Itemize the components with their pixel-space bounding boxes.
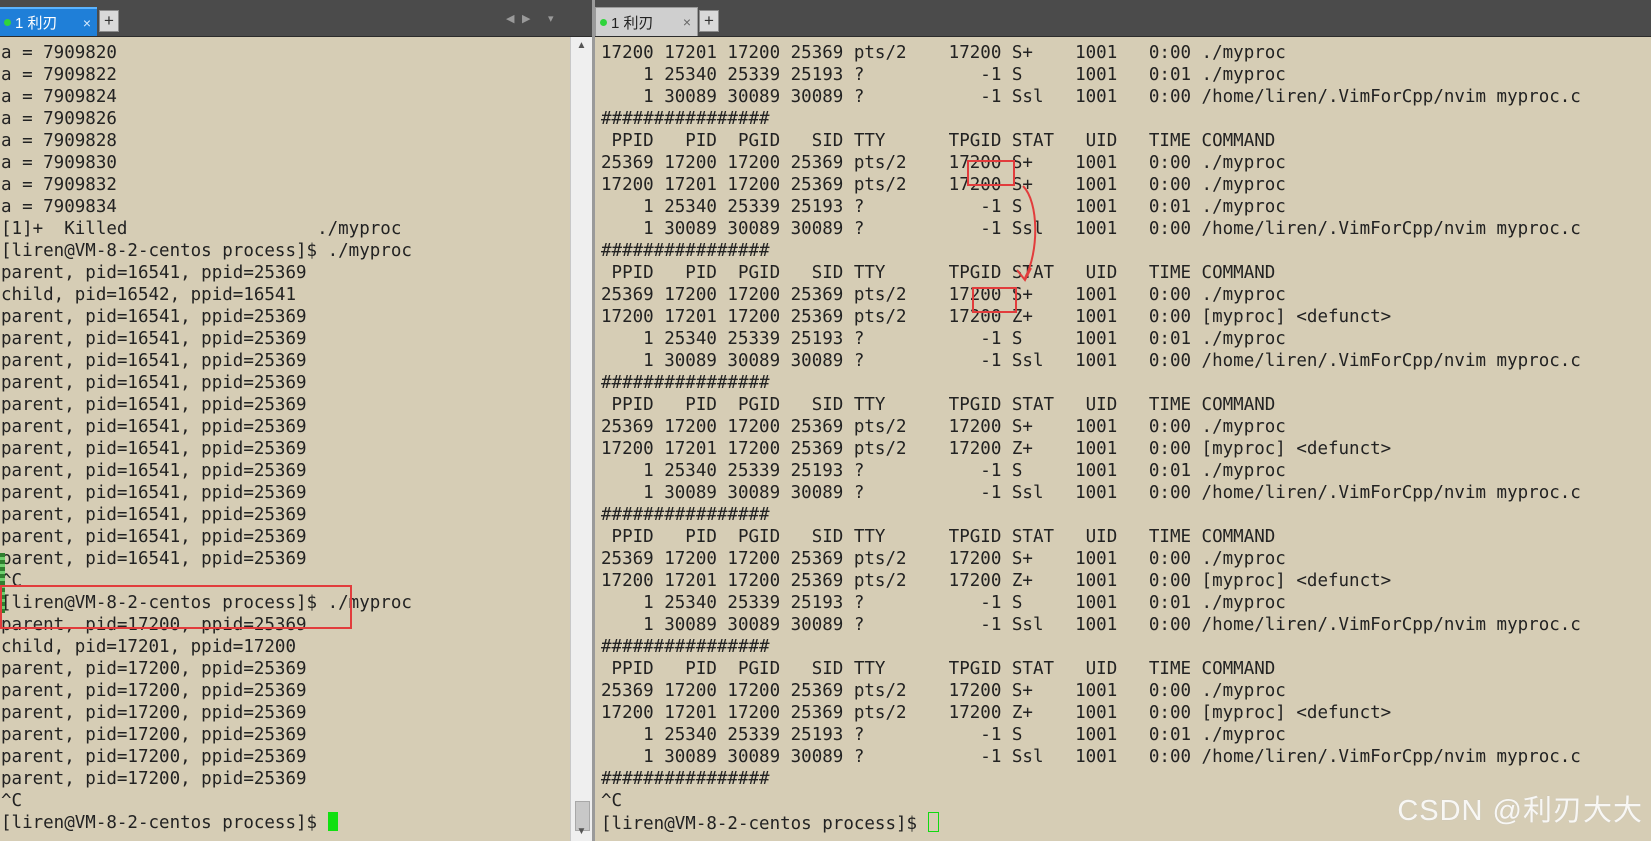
terminal-line: parent, pid=16541, ppid=25369: [1, 549, 307, 569]
terminal-line: 1 25340 25339 25193 ? -1 S 1001 0:01 ./m…: [601, 329, 1286, 349]
terminal-line: 25369 17200 17200 25369 pts/2 17200 S+ 1…: [601, 153, 1286, 173]
terminal-line: 1 30089 30089 30089 ? -1 Ssl 1001 0:00 /…: [601, 219, 1581, 239]
terminal-line: parent, pid=16541, ppid=25369: [1, 307, 307, 327]
scroll-tabs-left-icon[interactable]: ◀: [506, 12, 514, 25]
terminal-line: 1 30089 30089 30089 ? -1 Ssl 1001 0:00 /…: [601, 87, 1581, 107]
terminal-line: parent, pid=16541, ppid=25369: [1, 439, 307, 459]
terminal-line: ################: [601, 505, 770, 525]
terminal-line: parent, pid=16541, ppid=25369: [1, 263, 307, 283]
terminal-line: 1 30089 30089 30089 ? -1 Ssl 1001 0:00 /…: [601, 747, 1581, 767]
terminal-line: 25369 17200 17200 25369 pts/2 17200 S+ 1…: [601, 681, 1286, 701]
terminal-line: a = 7909820: [1, 43, 117, 63]
shell-prompt: [liren@VM-8-2-centos process]$: [1, 813, 328, 833]
terminal-line: 25369 17200 17200 25369 pts/2 17200 S+ 1…: [601, 417, 1286, 437]
left-session-tab[interactable]: 1 利刃 ×: [0, 7, 97, 36]
tab-label: 1 利刃: [611, 14, 654, 32]
shell-prompt: [liren@VM-8-2-centos process]$: [601, 814, 928, 834]
terminal-line: parent, pid=16541, ppid=25369: [1, 483, 307, 503]
terminal-line: parent, pid=17200, ppid=25369: [1, 747, 307, 767]
scroll-up-icon[interactable]: ▲: [571, 37, 592, 55]
terminal-line: 1 30089 30089 30089 ? -1 Ssl 1001 0:00 /…: [601, 351, 1581, 371]
terminal-line: a = 7909828: [1, 131, 117, 151]
terminal-line: PPID PID PGID SID TTY TPGID STAT UID TIM…: [601, 395, 1276, 415]
terminal-line: 17200 17201 17200 25369 pts/2 17200 S+ 1…: [601, 175, 1286, 195]
terminal-line: [liren@VM-8-2-centos process]$ ./myproc: [1, 241, 412, 261]
close-tab-icon[interactable]: ×: [680, 14, 694, 30]
right-terminal-output[interactable]: 17200 17201 17200 25369 pts/2 17200 S+ 1…: [595, 37, 1651, 841]
terminal-line: 17200 17201 17200 25369 pts/2 17200 S+ 1…: [601, 43, 1286, 63]
left-terminal-output[interactable]: a = 7909820 a = 7909822 a = 7909824 a = 790…: [0, 37, 570, 841]
terminal-line: 17200 17201 17200 25369 pts/2 17200 Z+ 1…: [601, 307, 1392, 327]
terminal-line: parent, pid=17200, ppid=25369: [1, 769, 307, 789]
terminal-line: PPID PID PGID SID TTY TPGID STAT UID TIM…: [601, 659, 1276, 679]
terminal-line: parent, pid=16541, ppid=25369: [1, 527, 307, 547]
terminal-line: 17200 17201 17200 25369 pts/2 17200 Z+ 1…: [601, 571, 1392, 591]
terminal-line: ################: [601, 373, 770, 393]
csdn-watermark: CSDN @利刃大大: [1397, 795, 1643, 827]
new-tab-button[interactable]: +: [99, 10, 119, 32]
shell-prompt-line[interactable]: [liren@VM-8-2-centos process]$: [1, 812, 412, 834]
terminal-line: 17200 17201 17200 25369 pts/2 17200 Z+ 1…: [601, 439, 1392, 459]
terminal-line: a = 7909832: [1, 175, 117, 195]
close-tab-icon[interactable]: ×: [80, 15, 94, 31]
terminal-line: parent, pid=16541, ppid=25369: [1, 461, 307, 481]
terminal-line: PPID PID PGID SID TTY TPGID STAT UID TIM…: [601, 131, 1276, 151]
terminal-line: a = 7909824: [1, 87, 117, 107]
terminal-line: parent, pid=16541, ppid=25369: [1, 373, 307, 393]
terminal-line: parent, pid=16541, ppid=25369: [1, 351, 307, 371]
terminal-line: parent, pid=17200, ppid=25369: [1, 659, 307, 679]
terminal-lines: 17200 17201 17200 25369 pts/2 17200 S+ 1…: [601, 42, 1581, 834]
terminal-line: [1]+ Killed ./myproc: [1, 219, 402, 239]
highlight-box-pid-lines: [0, 585, 352, 629]
connected-status-icon: [4, 19, 11, 26]
right-session-tab[interactable]: 1 利刃 ×: [595, 7, 698, 36]
terminal-line: 25369 17200 17200 25369 pts/2 17200 S+ 1…: [601, 285, 1286, 305]
connected-status-icon: [600, 18, 607, 26]
scroll-tabs-right-icon[interactable]: ▶: [522, 12, 530, 25]
terminal-line: parent, pid=16541, ppid=25369: [1, 417, 307, 437]
terminal-line: 1 25340 25339 25193 ? -1 S 1001 0:01 ./m…: [601, 65, 1286, 85]
terminal-line: child, pid=17201, ppid=17200: [1, 637, 297, 657]
terminal-line: 1 30089 30089 30089 ? -1 Ssl 1001 0:00 /…: [601, 483, 1581, 503]
terminal-line: 17200 17201 17200 25369 pts/2 17200 Z+ 1…: [601, 703, 1392, 723]
terminal-line: 25369 17200 17200 25369 pts/2 17200 S+ 1…: [601, 549, 1286, 569]
terminal-line: ^C: [1, 791, 23, 811]
terminal-cursor: [327, 812, 338, 831]
terminal-line: ################: [601, 109, 770, 129]
terminal-line: ################: [601, 637, 770, 657]
terminal-line: parent, pid=16541, ppid=25369: [1, 329, 307, 349]
terminal-line: 1 30089 30089 30089 ? -1 Ssl 1001 0:00 /…: [601, 615, 1581, 635]
left-scrollbar[interactable]: ▲ ▼: [570, 37, 592, 841]
right-tab-bar: 1 利刃 × +: [595, 0, 1651, 37]
terminal-line: a = 7909822: [1, 65, 117, 85]
left-tab-bar: 1 利刃 × + ◀ ▶ ▾: [0, 0, 592, 37]
terminal-line: 1 25340 25339 25193 ? -1 S 1001 0:01 ./m…: [601, 725, 1286, 745]
terminal-line: PPID PID PGID SID TTY TPGID STAT UID TIM…: [601, 527, 1276, 547]
terminal-line: parent, pid=17200, ppid=25369: [1, 681, 307, 701]
terminal-line: PPID PID PGID SID TTY TPGID STAT UID TIM…: [601, 263, 1276, 283]
terminal-cursor: [927, 812, 939, 832]
tab-label: 1 利刃: [15, 15, 58, 32]
terminal-line: parent, pid=17200, ppid=25369: [1, 725, 307, 745]
terminal-lines: a = 7909820 a = 7909822 a = 7909824 a = 790…: [1, 42, 412, 834]
terminal-line: child, pid=16542, ppid=16541: [1, 285, 297, 305]
terminal-line: 1 25340 25339 25193 ? -1 S 1001 0:01 ./m…: [601, 197, 1286, 217]
new-tab-button[interactable]: +: [699, 10, 719, 32]
left-terminal-pane[interactable]: 1 利刃 × + ◀ ▶ ▾ a = 7909820 a = 7909822 a =…: [0, 0, 592, 841]
terminal-line: a = 7909834: [1, 197, 117, 217]
terminal-line: ################: [601, 241, 770, 261]
terminal-line: a = 7909826: [1, 109, 117, 129]
state-change-arrow-icon: [1016, 185, 1037, 282]
terminal-line: parent, pid=17200, ppid=25369: [1, 703, 307, 723]
terminal-line: parent, pid=16541, ppid=25369: [1, 395, 307, 415]
terminal-line: parent, pid=16541, ppid=25369: [1, 505, 307, 525]
terminal-line: 1 25340 25339 25193 ? -1 S 1001 0:01 ./m…: [601, 461, 1286, 481]
scroll-down-icon[interactable]: ▼: [571, 823, 592, 841]
right-terminal-pane[interactable]: 1 利刃 × + 17200 17201 17200 25369 pts/2 1…: [595, 0, 1651, 841]
tab-list-dropdown-icon[interactable]: ▾: [548, 12, 554, 25]
terminal-line: 1 25340 25339 25193 ? -1 S 1001 0:01 ./m…: [601, 593, 1286, 613]
terminal-line: a = 7909830: [1, 153, 117, 173]
